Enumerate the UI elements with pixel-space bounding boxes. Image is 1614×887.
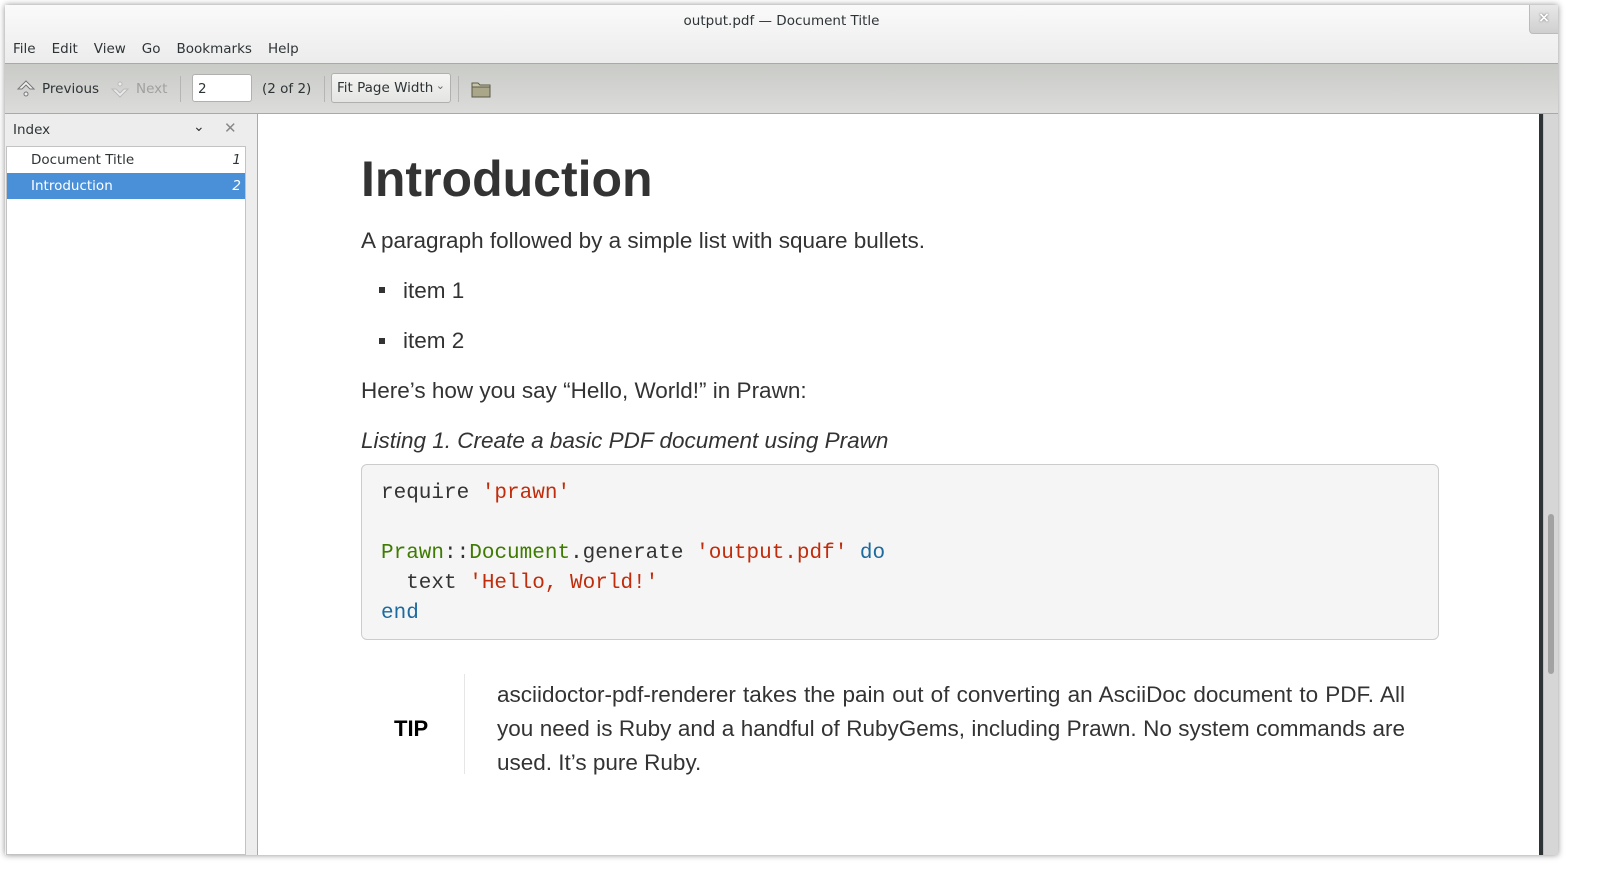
previous-label: Previous: [42, 81, 100, 97]
list-item: item 2: [403, 328, 465, 353]
item-label: Document Title: [31, 152, 135, 168]
window-title: output.pdf — Document Title: [683, 13, 880, 29]
code-keyword: do: [847, 542, 886, 565]
code-token: ::: [444, 542, 470, 565]
menu-view[interactable]: View: [86, 41, 134, 63]
menu-file[interactable]: File: [5, 41, 44, 63]
sidebar-splitter[interactable]: [247, 114, 258, 855]
code-token: require: [381, 482, 482, 505]
menu-bar: File Edit View Go Bookmarks Help: [5, 41, 307, 63]
title-bar: output.pdf — Document Title × File Edit …: [5, 5, 1558, 63]
code-keyword: end: [381, 602, 419, 625]
menu-help[interactable]: Help: [260, 41, 307, 63]
sidebar-dropdown-icon[interactable]: ⌄: [193, 119, 205, 135]
code-token: text: [381, 572, 470, 595]
sidebar: Index ⌄ ✕ Document Title 1 Introduction 2: [5, 114, 247, 855]
close-window-button[interactable]: ×: [1529, 5, 1558, 34]
code-string: 'prawn': [481, 482, 571, 505]
item-page: 1: [232, 152, 241, 168]
page-count: (2 of 2): [262, 81, 312, 97]
zoom-select[interactable]: Fit Page Width ⌄: [331, 73, 451, 103]
toolbar: Previous Next 2 (2 of 2) Fit Page Width ⌄: [5, 63, 1558, 114]
vertical-scrollbar[interactable]: [1543, 114, 1558, 855]
paragraph: Here’s how you say “Hello, World!” in Pr…: [361, 378, 807, 403]
listing-title: Listing 1. Create a basic PDF document u…: [361, 428, 889, 453]
previous-button[interactable]: Previous: [15, 64, 99, 114]
code-constant: Document: [469, 542, 571, 565]
code-constant: Prawn: [381, 542, 445, 565]
separator: [180, 76, 181, 102]
divider: [464, 674, 465, 774]
arrow-up-icon: [16, 80, 36, 97]
zoom-value: Fit Page Width: [337, 80, 434, 96]
sidebar-close-icon[interactable]: ✕: [224, 119, 237, 137]
document-viewer-window: output.pdf — Document Title × File Edit …: [5, 5, 1558, 855]
separator: [458, 76, 459, 102]
tip-admonition: TIP asciidoctor-pdf-renderer takes the p…: [361, 674, 1441, 775]
outline-list: Document Title 1 Introduction 2: [6, 146, 246, 855]
outline-item-document-title[interactable]: Document Title 1: [7, 147, 245, 173]
tip-label: TIP: [394, 716, 429, 741]
menu-bookmarks[interactable]: Bookmarks: [169, 41, 260, 63]
paragraph: A paragraph followed by a simple list wi…: [361, 228, 926, 253]
chevron-down-icon: ⌄: [435, 79, 445, 92]
scrollbar-thumb[interactable]: [1548, 514, 1554, 674]
document-view: Introduction A paragraph followed by a s…: [258, 114, 1558, 855]
page-number-input[interactable]: 2: [192, 74, 252, 102]
page-heading: Introduction: [361, 151, 653, 207]
item-page: 2: [232, 178, 241, 194]
code-token: .generate: [570, 542, 697, 565]
tip-text: asciidoctor-pdf-renderer takes the pain …: [497, 682, 1405, 775]
menu-go[interactable]: Go: [134, 41, 169, 63]
code-string: 'Hello, World!': [469, 572, 659, 595]
arrow-down-icon: [110, 81, 130, 98]
code-string: 'output.pdf': [696, 542, 848, 565]
folder-icon: [471, 82, 491, 98]
sidebar-title: Index: [13, 122, 51, 138]
item-label: Introduction: [31, 178, 113, 194]
outline-item-introduction[interactable]: Introduction 2: [7, 173, 245, 199]
square-bullet: [379, 287, 385, 293]
next-button[interactable]: Next: [109, 64, 167, 114]
list-item: item 1: [403, 278, 465, 303]
next-label: Next: [136, 81, 168, 97]
code-block: require 'prawn' Prawn::Document.generate…: [361, 464, 1439, 640]
square-bullet: [379, 338, 385, 344]
separator: [324, 76, 325, 102]
open-folder-button[interactable]: [471, 64, 491, 114]
menu-edit[interactable]: Edit: [44, 41, 86, 63]
